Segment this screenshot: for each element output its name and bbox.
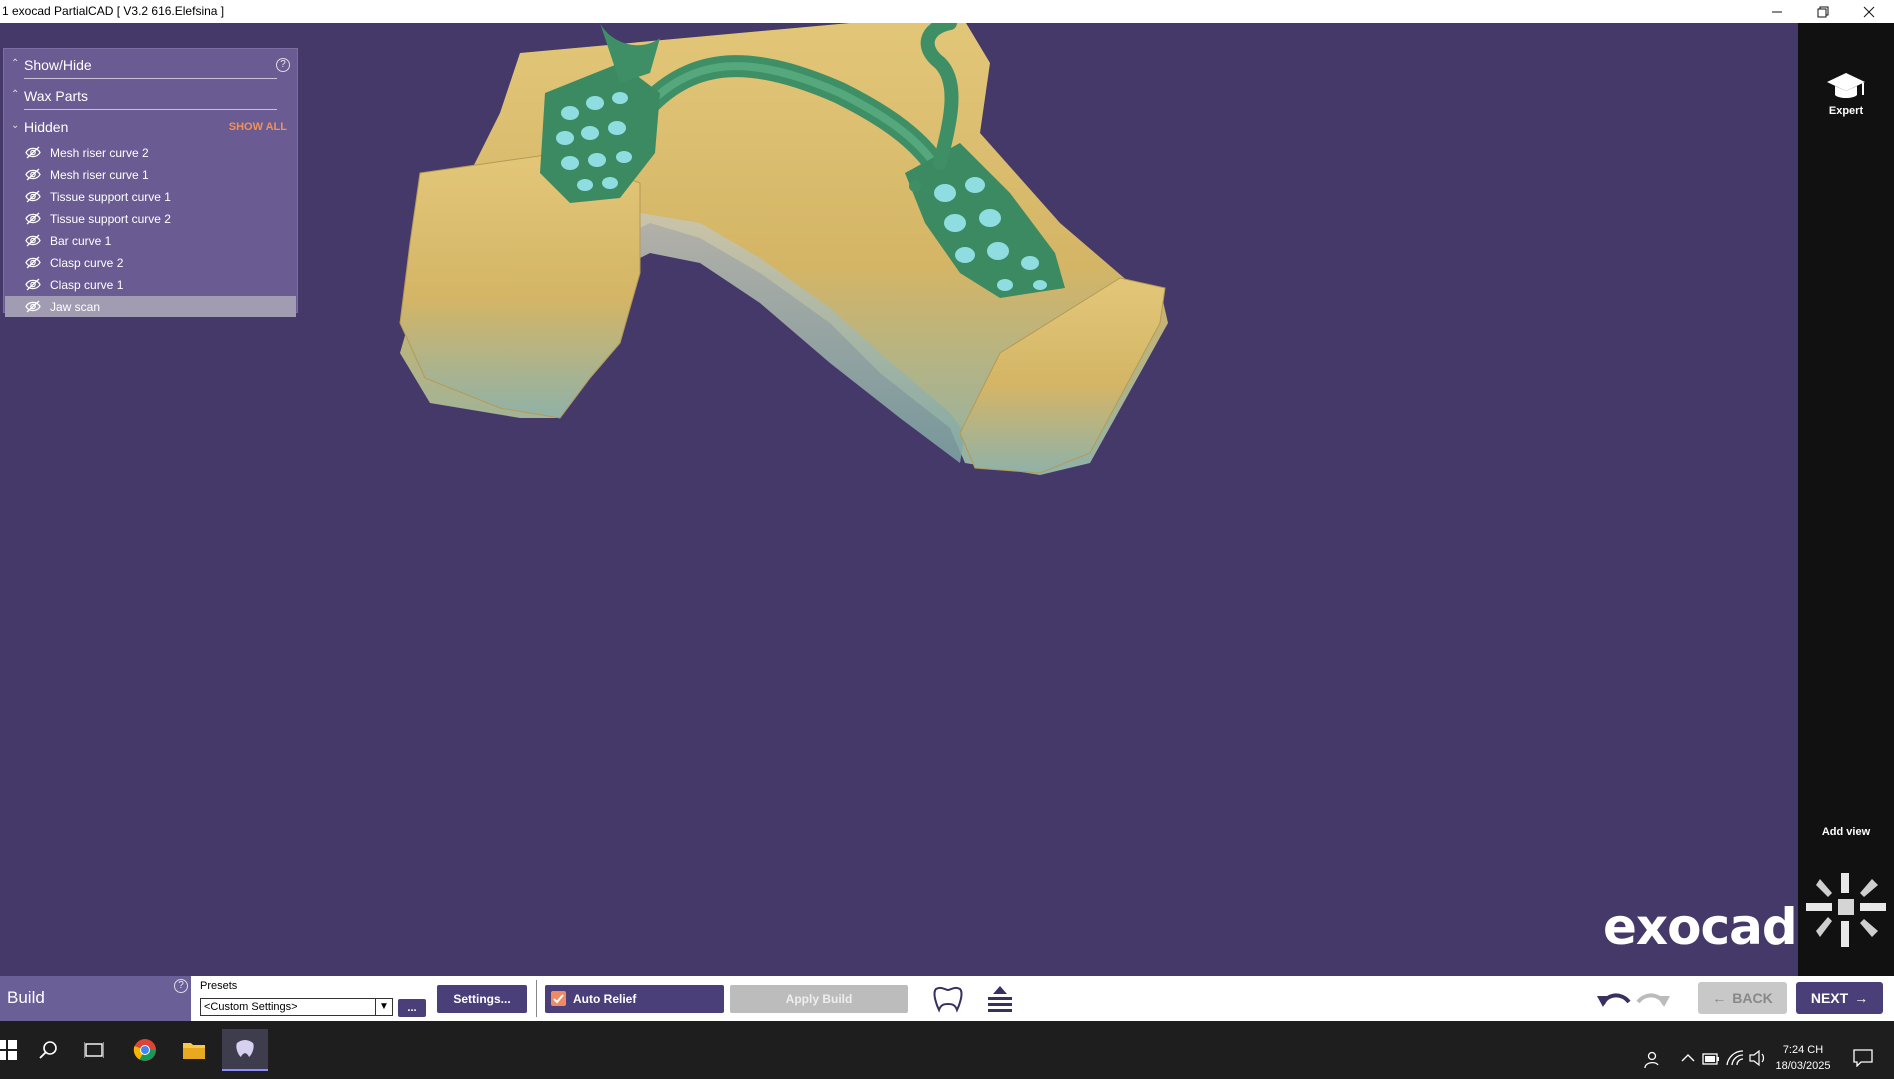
view-cube-icon[interactable]: [1802, 871, 1890, 957]
chevron-up-icon: ⌃: [11, 89, 20, 100]
people-icon[interactable]: [1642, 1051, 1660, 1069]
expert-label: Expert: [1828, 105, 1864, 117]
eye-hidden-icon[interactable]: [25, 300, 41, 313]
eye-hidden-icon[interactable]: [25, 212, 41, 225]
right-sidebar: Expert Add view: [1798, 23, 1894, 976]
eye-hidden-icon[interactable]: [25, 278, 41, 291]
windows-start-icon[interactable]: [0, 1035, 22, 1065]
eye-hidden-icon[interactable]: [25, 234, 41, 247]
wifi-icon[interactable]: [1726, 1050, 1744, 1066]
minimize-icon: [1772, 11, 1782, 12]
minimize-button[interactable]: [1754, 0, 1800, 23]
presets-more-button[interactable]: ...: [398, 999, 426, 1017]
hidden-list-item[interactable]: Bar curve 1: [5, 230, 296, 251]
show-hide-label: Show/Hide: [24, 57, 92, 73]
eye-hidden-icon[interactable]: [25, 190, 41, 203]
add-view-button[interactable]: Add view: [1798, 826, 1894, 838]
volume-icon[interactable]: [1749, 1050, 1767, 1066]
close-button[interactable]: [1846, 0, 1892, 23]
help-icon[interactable]: ?: [174, 979, 188, 993]
hidden-list-item[interactable]: Tissue support curve 2: [5, 208, 296, 229]
expert-mode-button[interactable]: Expert: [1798, 69, 1894, 117]
jaw-view-icon[interactable]: [931, 984, 965, 1014]
step-label: Build: [7, 988, 45, 1007]
back-label: BACK: [1732, 990, 1773, 1006]
help-icon[interactable]: ?: [276, 58, 290, 72]
exocad-taskbar-icon[interactable]: [222, 1029, 268, 1071]
exocad-logo: exocad: [1603, 898, 1798, 956]
hidden-item-label: Tissue support curve 1: [50, 190, 171, 204]
hidden-list-item[interactable]: Mesh riser curve 2: [5, 142, 296, 163]
chevron-down-icon: ⌄: [11, 120, 20, 131]
hidden-item-label: Mesh riser curve 1: [50, 168, 149, 182]
file-explorer-icon[interactable]: [179, 1035, 209, 1065]
eye-hidden-icon[interactable]: [25, 146, 41, 159]
graduation-cap-icon: [1827, 73, 1865, 98]
next-label: NEXT: [1810, 990, 1849, 1006]
auto-relief-label: Auto Relief: [573, 992, 637, 1006]
close-icon: [1863, 6, 1875, 17]
hidden-list-item[interactable]: Jaw scan: [5, 296, 296, 317]
settings-button[interactable]: Settings...: [437, 985, 527, 1013]
auto-relief-toggle[interactable]: Auto Relief: [545, 985, 724, 1013]
chevron-down-icon[interactable]: ▼: [375, 998, 393, 1016]
back-button[interactable]: ← BACK: [1698, 982, 1787, 1014]
clock-time: 7:24 CH: [1782, 1044, 1824, 1056]
chevron-up-icon: ⌃: [11, 58, 20, 69]
presets-label: Presets: [200, 980, 238, 992]
windows-taskbar: 7:24 CH 18/03/2025: [0, 1021, 1894, 1079]
undo-icon[interactable]: [1597, 988, 1631, 1010]
checkbox-checked-icon: [551, 991, 566, 1006]
chrome-icon[interactable]: [130, 1035, 160, 1065]
presets-dropdown[interactable]: <Custom Settings>: [200, 998, 393, 1016]
hidden-item-label: Mesh riser curve 2: [50, 146, 149, 160]
hidden-list-item[interactable]: Clasp curve 2: [5, 252, 296, 273]
arrow-left-icon: ←: [1712, 990, 1727, 1006]
eye-hidden-icon[interactable]: [25, 256, 41, 269]
hidden-item-label: Tissue support curve 2: [50, 212, 171, 226]
hidden-list-item[interactable]: Clasp curve 1: [5, 274, 296, 295]
hidden-list-item[interactable]: Tissue support curve 1: [5, 186, 296, 207]
bottom-toolbar: Build ? Presets <Custom Settings> ▼ ... …: [0, 976, 1894, 1021]
hidden-section[interactable]: ⌄ Hidden SHOW ALL: [4, 113, 297, 141]
apply-build-button[interactable]: Apply Build: [730, 985, 908, 1013]
window-title: 1 exocad PartialCAD [ V3.2 616.Elefsina …: [2, 4, 225, 18]
hidden-item-label: Clasp curve 2: [50, 256, 124, 270]
clock-date: 18/03/2025: [1775, 1060, 1831, 1072]
show-hide-section[interactable]: ⌃ Show/Hide ?: [4, 51, 297, 79]
task-view-icon[interactable]: [79, 1035, 109, 1065]
redo-icon[interactable]: [1636, 988, 1670, 1010]
arrow-right-icon: →: [1854, 990, 1869, 1006]
eye-hidden-icon[interactable]: [25, 168, 41, 181]
wax-parts-section[interactable]: ⌃ Wax Parts: [4, 82, 297, 110]
hidden-item-label: Bar curve 1: [50, 234, 112, 248]
hidden-item-label: Jaw scan: [50, 300, 101, 314]
hidden-label: Hidden: [24, 119, 69, 135]
notifications-icon[interactable]: [1853, 1049, 1873, 1067]
hidden-item-label: Clasp curve 1: [50, 278, 124, 292]
wax-parts-label: Wax Parts: [24, 88, 89, 104]
next-button[interactable]: NEXT →: [1796, 982, 1883, 1014]
battery-icon[interactable]: [1702, 1052, 1720, 1066]
show-all-button[interactable]: SHOW ALL: [229, 121, 287, 133]
system-clock[interactable]: 7:24 CH 18/03/2025: [1768, 1042, 1838, 1074]
hidden-list-item[interactable]: Mesh riser curve 1: [5, 164, 296, 185]
show-hide-panel: ⌃ Show/Hide ? ⌃ Wax Parts ⌄ Hidden SHOW …: [3, 48, 298, 317]
chevron-up-icon[interactable]: [1681, 1053, 1695, 1063]
title-bar: 1 exocad PartialCAD [ V3.2 616.Elefsina …: [0, 0, 1894, 23]
layers-upload-icon[interactable]: [986, 984, 1014, 1014]
search-icon[interactable]: [33, 1035, 63, 1065]
restore-icon: [1817, 6, 1829, 17]
step-panel: Build ?: [0, 976, 191, 1021]
restore-button[interactable]: [1800, 0, 1846, 23]
